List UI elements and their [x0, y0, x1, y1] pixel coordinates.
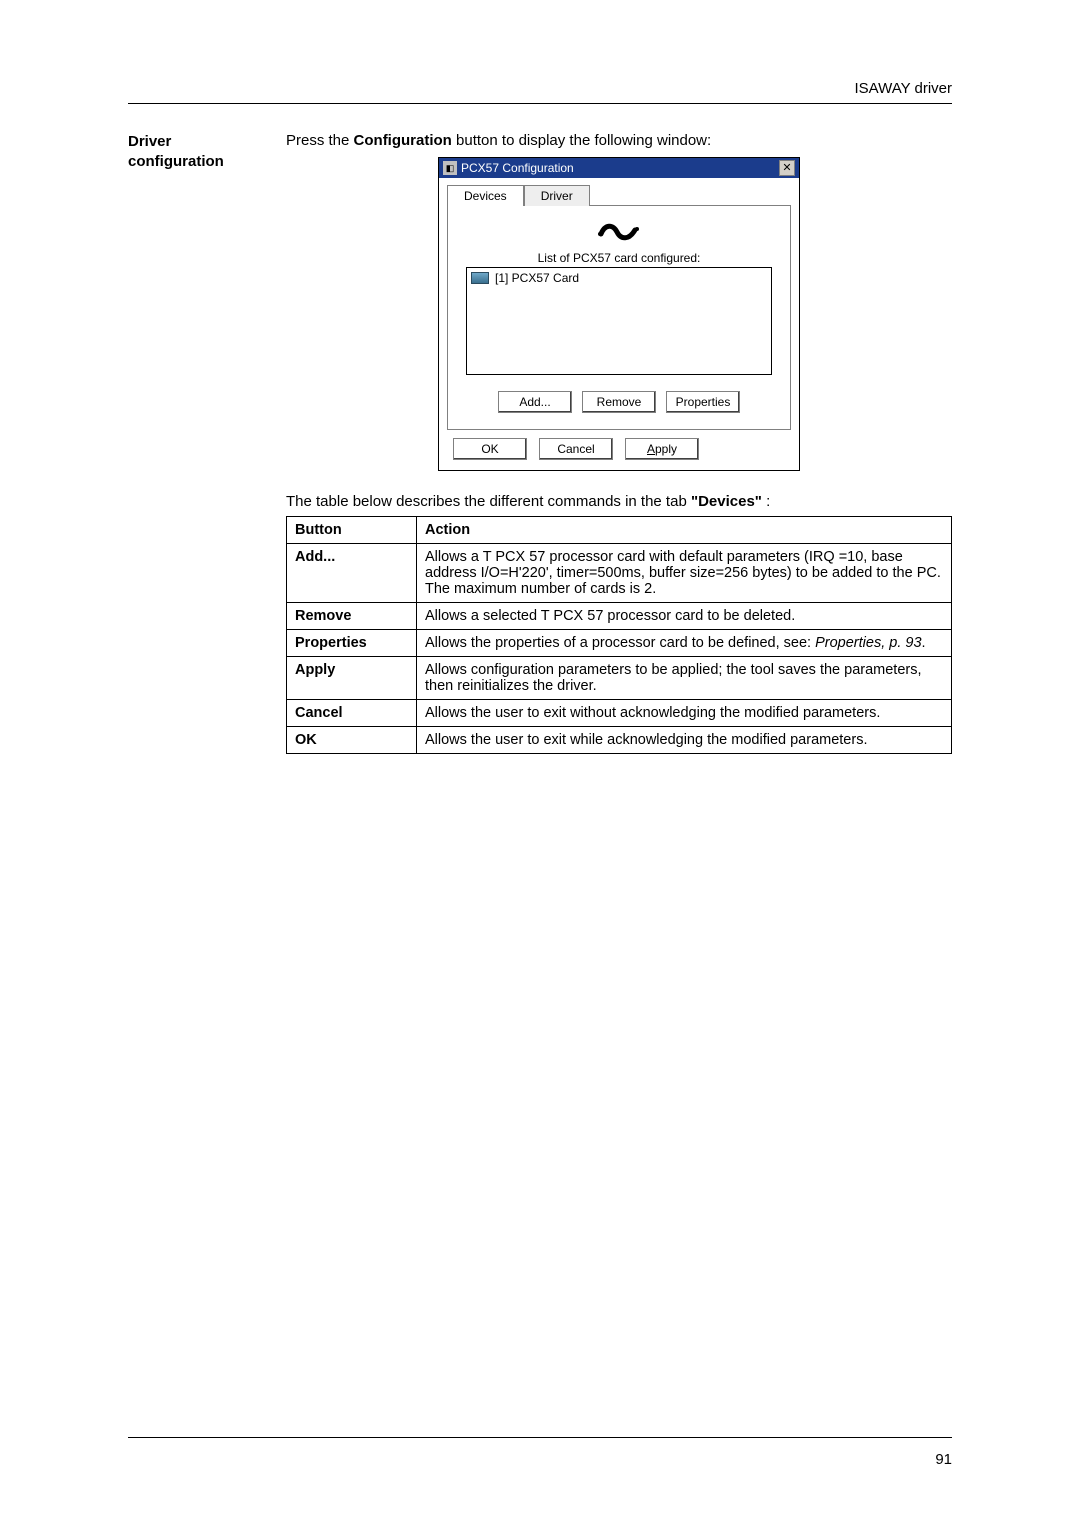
intro-suffix: button to display the following window: — [452, 132, 711, 149]
table-intro-suffix: : — [762, 493, 770, 510]
table-row: Apply Allows configuration parameters to… — [287, 657, 952, 700]
cell-button: OK — [287, 727, 417, 754]
cell-action: Allows the user to exit while acknowledg… — [417, 727, 952, 754]
table-row: OK Allows the user to exit while acknowl… — [287, 727, 952, 754]
list-item[interactable]: [1] PCX57 Card — [469, 270, 769, 286]
section-heading: Driver configuration — [128, 132, 258, 171]
table-row: Properties Allows the properties of a pr… — [287, 630, 952, 657]
intro-prefix: Press the — [286, 132, 354, 149]
close-icon[interactable]: ✕ — [779, 160, 795, 176]
commands-table: Button Action Add... Allows a T PCX 57 p… — [286, 516, 952, 754]
intro-bold: Configuration — [354, 132, 452, 149]
cell-action: Allows a T PCX 57 processor card with de… — [417, 544, 952, 603]
th-action: Action — [417, 517, 952, 544]
ok-button[interactable]: OK — [453, 438, 527, 460]
section-heading-line2: configuration — [128, 153, 224, 170]
pcx57-config-dialog: ◧ PCX57 Configuration ✕ Devices Driver — [438, 157, 800, 471]
devices-panel: List of PCX57 card configured: [1] PCX57… — [447, 205, 791, 430]
cell-action-italic: Properties, p. 93 — [815, 635, 921, 651]
apply-rest: pply — [655, 442, 677, 456]
add-button[interactable]: Add... — [498, 391, 572, 413]
dialog-titlebar: ◧ PCX57 Configuration ✕ — [439, 158, 799, 178]
bottom-rule — [128, 1437, 952, 1438]
tab-devices[interactable]: Devices — [447, 185, 524, 206]
cell-button: Add... — [287, 544, 417, 603]
intro-text: Press the Configuration button to displa… — [286, 132, 952, 149]
squiggle-logo-icon — [595, 220, 643, 242]
apply-accel: A — [647, 442, 655, 456]
cell-action: Allows a selected T PCX 57 processor car… — [417, 603, 952, 630]
tab-strip: Devices Driver — [439, 178, 799, 205]
header-driver-name: ISAWAY driver — [128, 80, 952, 97]
apply-button[interactable]: Apply — [625, 438, 699, 460]
table-intro: The table below describes the different … — [286, 493, 952, 510]
cell-action-after: . — [922, 635, 926, 651]
cell-button: Apply — [287, 657, 417, 700]
cell-action: Allows the properties of a processor car… — [417, 630, 952, 657]
table-row: Cancel Allows the user to exit without a… — [287, 700, 952, 727]
card-listbox[interactable]: [1] PCX57 Card — [466, 267, 772, 375]
th-button: Button — [287, 517, 417, 544]
cell-button: Remove — [287, 603, 417, 630]
tab-driver[interactable]: Driver — [524, 185, 590, 206]
properties-button[interactable]: Properties — [666, 391, 740, 413]
cell-action: Allows the user to exit without acknowle… — [417, 700, 952, 727]
system-menu-icon[interactable]: ◧ — [443, 161, 457, 175]
list-caption: List of PCX57 card configured: — [466, 251, 772, 265]
top-rule — [128, 103, 952, 104]
list-item-label: [1] PCX57 Card — [495, 271, 579, 285]
cell-action-plain: Allows the properties of a processor car… — [425, 635, 815, 651]
section-heading-line1: Driver — [128, 133, 171, 150]
table-row: Add... Allows a T PCX 57 processor card … — [287, 544, 952, 603]
cell-button: Properties — [287, 630, 417, 657]
dialog-title: PCX57 Configuration — [461, 161, 779, 175]
card-icon — [471, 272, 489, 284]
cell-button: Cancel — [287, 700, 417, 727]
cancel-button[interactable]: Cancel — [539, 438, 613, 460]
table-intro-bold: "Devices" — [691, 493, 762, 510]
page-number: 91 — [935, 1451, 952, 1468]
table-intro-prefix: The table below describes the different … — [286, 493, 691, 510]
cell-action: Allows configuration parameters to be ap… — [417, 657, 952, 700]
brand-logo — [466, 220, 772, 245]
table-header-row: Button Action — [287, 517, 952, 544]
table-row: Remove Allows a selected T PCX 57 proces… — [287, 603, 952, 630]
remove-button[interactable]: Remove — [582, 391, 656, 413]
